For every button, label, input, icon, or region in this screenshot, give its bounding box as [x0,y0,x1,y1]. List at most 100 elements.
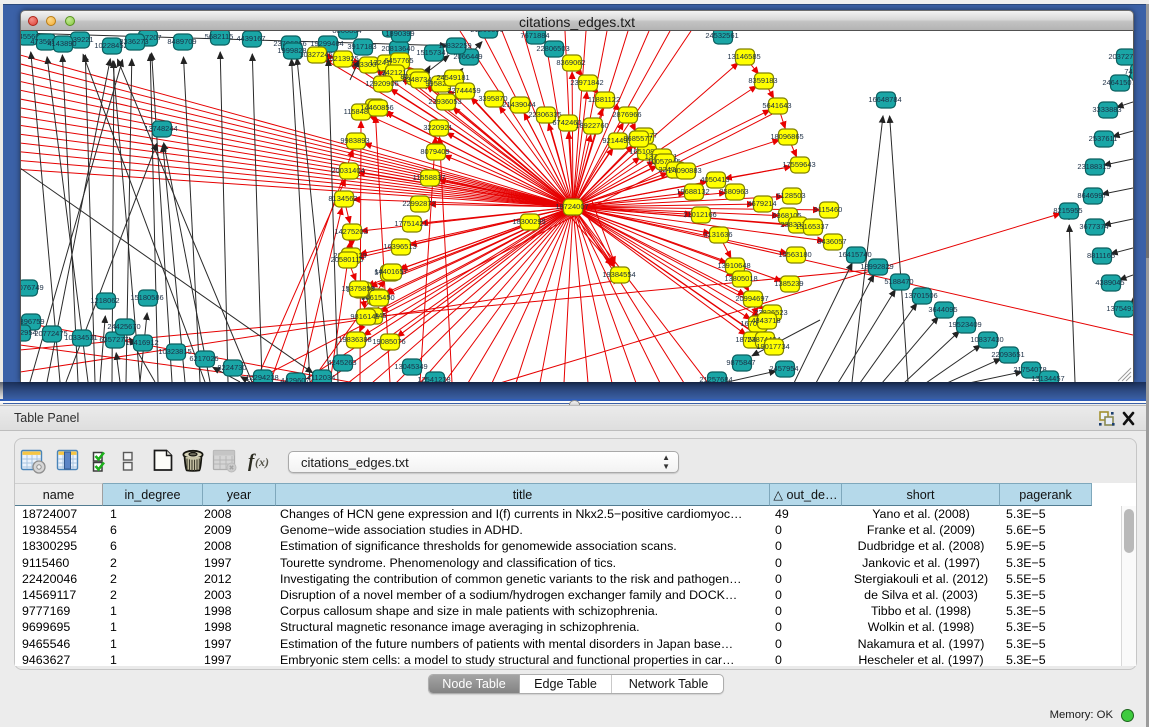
svg-text:8336273: 8336273 [119,37,148,46]
svg-text:13701506: 13701506 [904,291,937,300]
svg-text:18300295: 18300295 [512,217,545,226]
svg-text:5641643: 5641643 [762,101,791,110]
svg-text:9875847: 9875847 [726,358,755,367]
svg-text:4439167: 4439167 [236,34,265,43]
svg-text:3644095: 3644095 [928,305,957,314]
svg-text:5682115: 5682115 [205,32,234,41]
svg-text:8685577: 8685577 [623,134,652,143]
svg-text:8079409: 8079409 [420,147,449,156]
svg-text:12416912: 12416912 [125,338,158,347]
svg-text:16396513: 16396513 [383,242,416,251]
svg-text:4389045: 4389045 [1095,278,1124,287]
svg-text:8489709: 8489709 [167,37,196,46]
svg-text:13910648: 13910648 [717,261,750,270]
svg-text:8359183: 8359183 [748,76,777,85]
svg-text:8811165: 8811165 [1087,251,1115,260]
svg-text:12920906: 12920906 [365,79,398,88]
svg-text:5188470: 5188470 [884,277,913,286]
svg-text:15076749: 15076749 [21,283,44,292]
svg-text:2457954: 2457954 [769,364,798,373]
svg-text:17559643: 17559643 [782,160,815,169]
svg-text:18992829: 18992829 [860,262,893,271]
svg-text:4143890: 4143890 [47,39,76,48]
svg-text:3917183: 3917183 [347,42,376,51]
svg-text:20580115: 20580115 [331,255,364,264]
svg-text:1218062: 1218062 [90,296,119,305]
svg-text:15375853: 15375853 [341,284,374,293]
svg-text:21439044: 21439044 [502,100,535,109]
svg-text:3333883: 3333883 [1092,105,1121,114]
svg-text:20772475: 20772475 [34,329,67,338]
svg-text:13748244: 13748244 [144,124,177,133]
svg-text:8224730: 8224730 [217,363,246,372]
svg-text:17751421: 17751421 [394,219,427,228]
svg-text:13146585: 13146585 [727,52,760,61]
svg-text:13134457: 13134457 [1031,374,1064,382]
svg-text:16415740: 16415740 [838,250,871,259]
svg-text:19523409: 19523409 [948,320,981,329]
svg-text:4112034: 4112034 [307,373,336,382]
svg-text:16648784: 16648784 [868,95,901,104]
svg-text:6217026: 6217026 [189,354,218,363]
svg-text:13045349: 13045349 [394,362,427,371]
svg-text:24641507: 24641507 [1102,78,1133,87]
svg-text:1890399: 1890399 [385,31,414,38]
svg-text:8215955: 8215955 [1053,206,1082,215]
svg-text:4843718: 4843718 [751,316,780,325]
svg-text:21257684: 21257684 [699,375,732,382]
svg-text:10334531: 10334531 [64,333,97,342]
svg-text:19384554: 19384554 [602,270,635,279]
svg-text:23188315: 23188315 [1077,162,1110,171]
svg-text:(x): (x) [255,455,269,469]
svg-text:8134562: 8134562 [328,194,357,203]
svg-text:2580963: 2580963 [719,187,748,196]
svg-text:9983893: 9983893 [340,136,369,145]
svg-text:19085076: 19085076 [372,337,405,346]
svg-text:10323815: 10323815 [158,347,191,356]
svg-text:7671884: 7671884 [520,31,549,40]
svg-text:8646997: 8646997 [1077,191,1106,200]
svg-text:4245263: 4245263 [327,358,356,367]
svg-text:13805018: 13805018 [724,274,757,283]
svg-text:9816145: 9816145 [350,312,379,321]
svg-text:2876966: 2876966 [612,110,641,119]
svg-text:3131636: 3131636 [703,230,732,239]
svg-text:19563180: 19563180 [778,250,811,259]
svg-text:21200396: 21200396 [470,31,503,34]
svg-text:10837430: 10837430 [970,335,1003,344]
svg-text:21012166: 21012166 [683,210,716,219]
svg-text:6357277: 6357277 [99,335,128,344]
svg-text:24532561: 24532561 [705,31,738,40]
svg-text:11881122: 11881122 [588,95,620,104]
svg-text:6128503: 6128503 [776,191,805,200]
svg-text:22093651: 22093651 [991,350,1024,359]
svg-text:23971842: 23971842 [570,78,603,87]
svg-text:18096865: 18096865 [770,132,803,141]
svg-text:24549181: 24549181 [436,73,469,82]
svg-text:3220921: 3220921 [423,123,452,132]
svg-text:9436057: 9436057 [817,237,846,246]
svg-text:15180586: 15180586 [130,293,163,302]
svg-text:2537611: 2537611 [1089,134,1118,143]
svg-text:22744459: 22744459 [447,86,480,95]
svg-text:3677374: 3677374 [1079,222,1108,231]
svg-text:24425670: 24425670 [107,322,140,331]
svg-text:19832259: 19832259 [438,41,471,50]
svg-text:12294238: 12294238 [245,373,278,382]
svg-text:20372723: 20372723 [1108,52,1133,61]
svg-text:19017734: 19017734 [756,342,789,351]
svg-text:12541238: 12541238 [417,375,450,382]
svg-text:14275203: 14275203 [334,227,367,236]
svg-text:20813640: 20813640 [381,44,414,53]
svg-text:11558837: 11558837 [413,173,446,182]
svg-text:24090883: 24090883 [668,166,701,175]
svg-text:4050413: 4050413 [700,175,729,184]
svg-text:19688132: 19688132 [676,187,709,196]
svg-text:4679214: 4679214 [747,199,776,208]
svg-text:14401657: 14401657 [374,267,407,276]
svg-text:1385239: 1385239 [774,279,803,288]
svg-text:20031404: 20031404 [331,166,364,175]
svg-text:9115460: 9115460 [814,205,843,214]
svg-text:22806503: 22806503 [536,44,569,53]
svg-text:6457765: 6457765 [384,56,413,65]
